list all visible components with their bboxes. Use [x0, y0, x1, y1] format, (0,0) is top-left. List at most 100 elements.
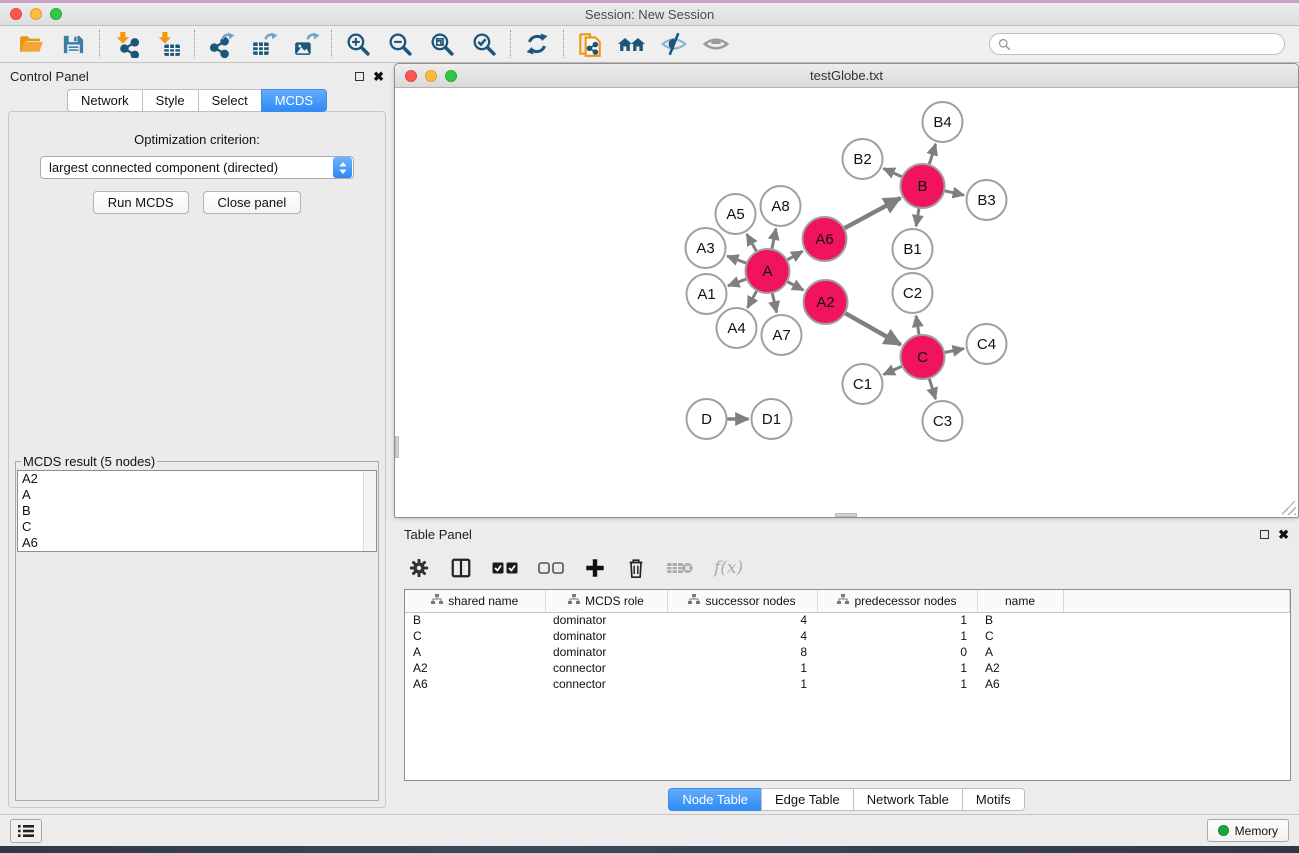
tab-motifs[interactable]: Motifs [962, 788, 1025, 811]
cell-successor-nodes[interactable]: 8 [667, 644, 817, 660]
column-header-name[interactable]: name [977, 590, 1063, 612]
graph-node-A6[interactable]: A6 [803, 217, 847, 261]
select-all-button[interactable] [492, 553, 518, 583]
automation-panel-button[interactable] [10, 819, 42, 843]
zoom-out-button[interactable] [379, 28, 421, 60]
cell-successor-nodes[interactable]: 1 [667, 676, 817, 692]
network-zoom-button[interactable] [445, 70, 457, 82]
graph-edge-A-A3[interactable] [727, 256, 747, 263]
tab-edge-table[interactable]: Edge Table [761, 788, 853, 811]
close-panel-button[interactable]: Close panel [203, 191, 302, 214]
graph-edge-A2-C[interactable] [845, 313, 901, 345]
network-close-button[interactable] [405, 70, 417, 82]
graph-edge-B-B3[interactable] [944, 191, 964, 195]
mcds-result-item[interactable]: A [18, 487, 376, 503]
add-row-button[interactable] [584, 553, 606, 583]
deselect-all-button[interactable] [538, 553, 564, 583]
graph-edge-C-C4[interactable] [944, 349, 964, 353]
mcds-result-item[interactable]: A2 [18, 471, 376, 487]
graph-node-C4[interactable]: C4 [967, 324, 1007, 364]
graph-node-B4[interactable]: B4 [923, 102, 963, 142]
table-row[interactable]: A6connector11A6 [405, 676, 1290, 692]
tab-node-table[interactable]: Node Table [668, 788, 761, 811]
cell-predecessor-nodes[interactable]: 1 [817, 660, 977, 676]
create-network-clone-button[interactable] [569, 28, 611, 60]
cell-predecessor-nodes[interactable]: 1 [817, 628, 977, 644]
mcds-result-item[interactable]: B [18, 503, 376, 519]
run-mcds-button[interactable]: Run MCDS [93, 191, 189, 214]
search-input[interactable] [1016, 37, 1276, 51]
graph-node-A[interactable]: A [746, 249, 790, 293]
delete-column-button[interactable] [666, 553, 694, 583]
cell-shared-name[interactable]: A2 [405, 660, 545, 676]
graph-node-C[interactable]: C [901, 335, 945, 379]
graph-edge-A-A5[interactable] [747, 234, 757, 252]
cell-predecessor-nodes[interactable]: 1 [817, 612, 977, 628]
cell-predecessor-nodes[interactable]: 0 [817, 644, 977, 660]
graph-node-C3[interactable]: C3 [923, 401, 963, 441]
export-table-button[interactable] [242, 28, 284, 60]
graph-edge-B-B1[interactable] [916, 208, 919, 227]
minimize-window-button[interactable] [30, 8, 42, 20]
cell-shared-name[interactable]: B [405, 612, 545, 628]
tab-select[interactable]: Select [198, 89, 261, 112]
mcds-result-item[interactable]: A6 [18, 535, 376, 551]
cell-name[interactable]: C [977, 628, 1063, 644]
hide-graphics-details-button[interactable] [653, 28, 695, 60]
graph-node-A2[interactable]: A2 [804, 280, 848, 324]
refresh-network-view-button[interactable] [516, 28, 558, 60]
table-row[interactable]: A2connector11A2 [405, 660, 1290, 676]
graph-edge-C-C2[interactable] [916, 316, 919, 336]
table-row[interactable]: Bdominator41B [405, 612, 1290, 628]
zoom-fit-button[interactable] [421, 28, 463, 60]
graph-edge-C-C3[interactable] [929, 378, 936, 399]
tab-network[interactable]: Network [67, 89, 142, 112]
cell-shared-name[interactable]: A6 [405, 676, 545, 692]
cell-shared-name[interactable]: C [405, 628, 545, 644]
table-row[interactable]: Cdominator41C [405, 628, 1290, 644]
graph-edge-A-A4[interactable] [747, 290, 757, 307]
cell-MCDS-role[interactable]: connector [545, 676, 667, 692]
tab-mcds[interactable]: MCDS [261, 89, 327, 112]
graph-node-D1[interactable]: D1 [752, 399, 792, 439]
graph-node-A4[interactable]: A4 [717, 308, 757, 348]
column-header-MCDS-role[interactable]: MCDS role [545, 590, 667, 612]
graph-edge-A6-B[interactable] [844, 198, 901, 229]
graph-node-B3[interactable]: B3 [967, 180, 1007, 220]
network-graph[interactable]: B4B2BB3A5A8A6A3B1AA1C2A2A4A7CC4C1C3DD1 [395, 88, 1298, 517]
graph-node-D[interactable]: D [687, 399, 727, 439]
toggle-birds-eye-button[interactable] [695, 28, 737, 60]
network-minimize-button[interactable] [425, 70, 437, 82]
graph-node-B2[interactable]: B2 [843, 139, 883, 179]
export-network-button[interactable] [200, 28, 242, 60]
graph-edge-A-A2[interactable] [787, 281, 804, 290]
graph-node-C1[interactable]: C1 [843, 364, 883, 404]
zoom-window-button[interactable] [50, 8, 62, 20]
column-header-successor-nodes[interactable]: successor nodes [667, 590, 817, 612]
cell-successor-nodes[interactable]: 4 [667, 628, 817, 644]
close-window-button[interactable] [10, 8, 22, 20]
mcds-result-item[interactable]: C [18, 519, 376, 535]
graph-node-A7[interactable]: A7 [762, 315, 802, 355]
graph-edge-A-A6[interactable] [787, 251, 803, 260]
search-field[interactable] [989, 33, 1285, 55]
tab-network-table[interactable]: Network Table [853, 788, 962, 811]
scrollbar[interactable] [363, 471, 376, 551]
close-panel-icon[interactable]: ✖ [1278, 528, 1289, 541]
node-table[interactable]: shared nameMCDS rolesuccessor nodesprede… [404, 589, 1291, 781]
resize-grip-icon[interactable] [1282, 501, 1296, 515]
zoom-selected-button[interactable] [463, 28, 505, 60]
import-network-button[interactable] [105, 28, 147, 60]
cell-shared-name[interactable]: A [405, 644, 545, 660]
graph-edge-B-B2[interactable] [883, 168, 902, 177]
float-panel-icon[interactable] [355, 72, 364, 81]
export-image-button[interactable] [284, 28, 326, 60]
zoom-in-button[interactable] [337, 28, 379, 60]
canvas-splitter-handle[interactable] [835, 513, 857, 517]
memory-button[interactable]: Memory [1207, 819, 1289, 842]
cell-MCDS-role[interactable]: dominator [545, 644, 667, 660]
tab-style[interactable]: Style [142, 89, 198, 112]
graph-node-A8[interactable]: A8 [761, 186, 801, 226]
show-columns-button[interactable] [450, 553, 472, 583]
cell-MCDS-role[interactable]: dominator [545, 612, 667, 628]
